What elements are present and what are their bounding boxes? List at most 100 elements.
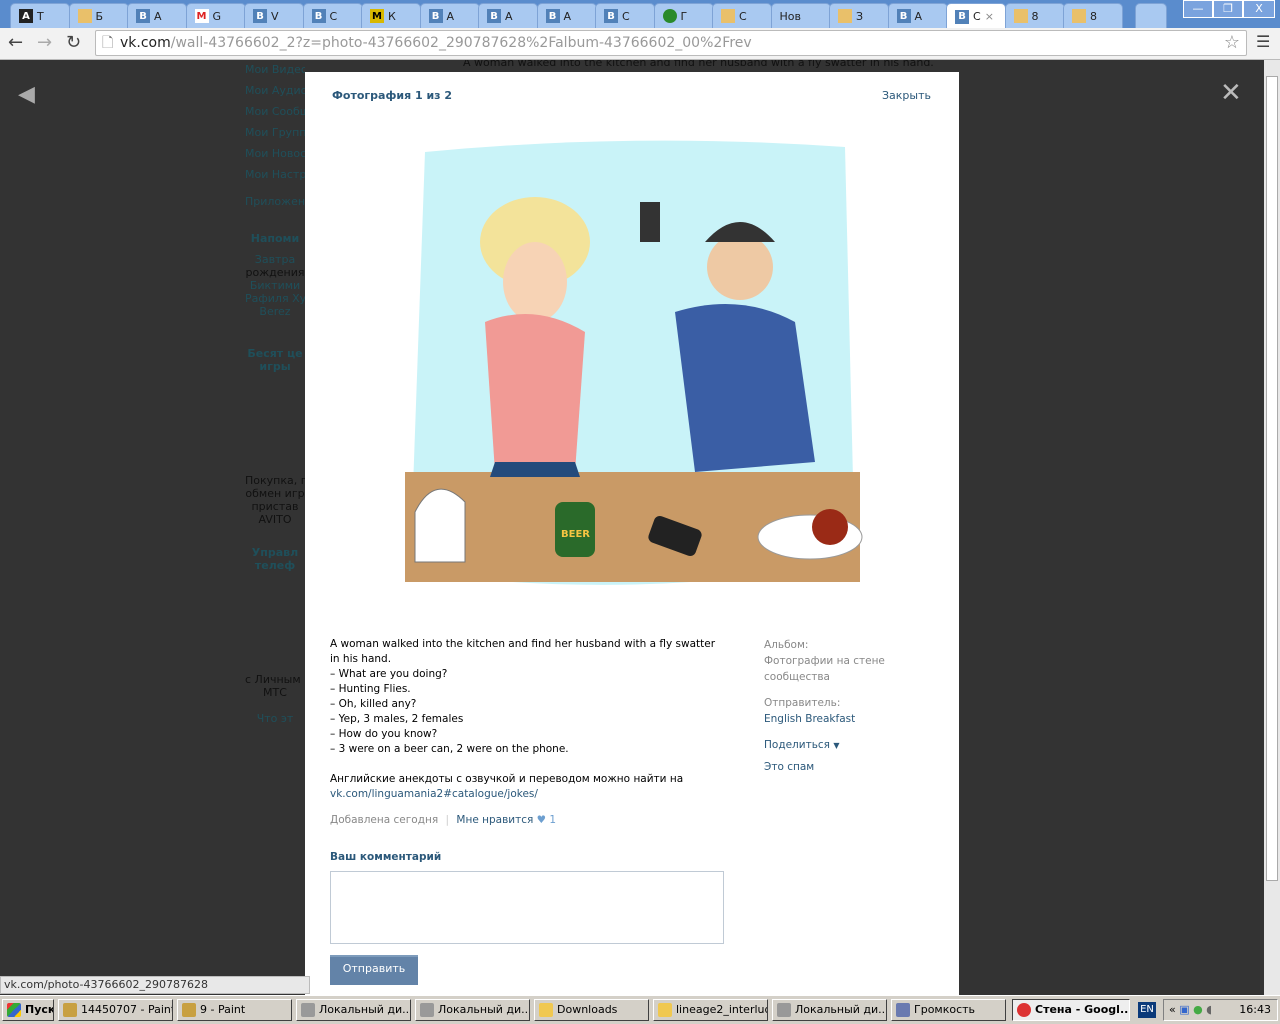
added-date: Добавлена сегодня — [330, 814, 439, 826]
close-viewer-icon[interactable]: ✕ — [1220, 78, 1242, 108]
comment-input[interactable] — [330, 871, 724, 944]
browser-tab[interactable]: MG — [185, 3, 246, 28]
taskbar-item[interactable]: Стена - Googl... — [1012, 999, 1130, 1021]
reload-icon[interactable]: ↻ — [66, 32, 81, 53]
language-indicator[interactable]: EN — [1138, 1002, 1156, 1018]
background-sidebar-text: Завтра — [254, 253, 296, 266]
taskbar-item-label: 9 - Paint — [200, 1003, 246, 1016]
caption-line: – Yep, 3 males, 2 females — [330, 713, 464, 725]
windows-logo-icon — [7, 1003, 21, 1017]
browser-tab[interactable]: BV — [244, 3, 304, 28]
tab-strip: A T Б B А M G B V B С M К B А B А B А B С Г С Нов З B А B С × 8 8 — [0, 0, 1280, 29]
bookmark-star-icon[interactable]: ☆ — [1224, 31, 1240, 55]
background-sidebar-text: AVITO — [258, 513, 292, 526]
caption-line: A woman walked into the kitchen and find… — [330, 638, 716, 665]
taskbar-item[interactable]: Локальный ди... — [415, 999, 530, 1021]
address-bar[interactable]: 🗋 vk.com/wall-43766602_2?z=photo-4376660… — [95, 30, 1247, 56]
browser-tab[interactable]: BА — [127, 3, 187, 28]
heart-icon: ♥ — [536, 814, 547, 826]
browser-tab[interactable]: Нов — [770, 3, 831, 28]
taskbar-item-label: 14450707 - Paint — [81, 1003, 173, 1016]
browser-tab[interactable]: MК — [361, 3, 421, 28]
taskbar-item[interactable]: Локальный ди... — [772, 999, 887, 1021]
background-sidebar-text: Мои Аудиоз — [245, 84, 305, 97]
forward-icon[interactable]: → — [37, 32, 52, 53]
browser-tab[interactable]: BА — [887, 3, 948, 28]
browser-tab[interactable]: BС — [302, 3, 363, 28]
taskbar-item-label: Локальный ди... — [795, 1003, 887, 1016]
taskbar-item[interactable]: lineage2_interlude — [653, 999, 768, 1021]
browser-tab[interactable]: Б — [68, 3, 129, 28]
background-sidebar-text: Мои Настро — [245, 168, 305, 181]
drive-icon — [420, 1003, 434, 1017]
image-favicon-icon — [1013, 9, 1028, 23]
caption-line: – How do you know? — [330, 728, 438, 740]
scrollbar-thumb[interactable] — [1266, 76, 1278, 881]
browser-tab[interactable]: BА — [536, 3, 597, 28]
folder-icon — [539, 1003, 553, 1017]
photo-image[interactable]: BEER — [395, 132, 870, 602]
hammer-favicon-icon — [77, 9, 92, 23]
background-sidebar-text: Рафиля Хуз — [245, 292, 305, 305]
vk-favicon-icon: B — [545, 9, 560, 23]
browser-tab[interactable]: С — [712, 3, 772, 28]
browser-tab[interactable]: 8 — [1063, 3, 1123, 28]
background-sidebar-text: телеф — [254, 559, 296, 572]
new-tab-button[interactable] — [1135, 3, 1167, 28]
volume-icon[interactable]: ◖ — [1206, 1003, 1212, 1016]
tab-label: С — [739, 9, 747, 23]
like-button[interactable]: Мне нравится ♥ 1 — [456, 814, 556, 826]
taskbar-item-label: Downloads — [557, 1003, 618, 1016]
network-icon[interactable]: ▣ — [1179, 1003, 1189, 1016]
browser-tab[interactable]: З — [829, 3, 889, 28]
A-favicon-icon: A — [19, 9, 33, 23]
taskbar-item[interactable]: Громкость — [891, 999, 1006, 1021]
paint-icon — [182, 1003, 196, 1017]
like-count: 1 — [549, 814, 557, 826]
tab-label: V — [271, 9, 279, 23]
prev-photo-icon[interactable]: ◀ — [18, 82, 35, 107]
share-label: Поделиться — [764, 739, 830, 751]
scrollbar[interactable] — [1264, 60, 1280, 995]
app-tray-icon[interactable]: ● — [1193, 1003, 1203, 1016]
taskbar-item[interactable]: Локальный ди... — [296, 999, 411, 1021]
taskbar-item-label: Стена - Googl... — [1035, 1003, 1130, 1016]
tab-label: З — [856, 9, 864, 23]
vk-favicon-icon: B — [428, 9, 443, 23]
sender-link[interactable]: English Breakfast — [764, 711, 914, 727]
vk-favicon-icon: B — [896, 9, 911, 23]
close-link[interactable]: Закрыть — [882, 89, 931, 102]
browser-tab[interactable]: AT — [10, 3, 70, 28]
album-name[interactable]: Фотографии на стене сообщества — [764, 653, 914, 685]
share-button[interactable]: Поделиться ▼ — [764, 737, 914, 754]
volume-icon — [896, 1003, 910, 1017]
promo-link[interactable]: vk.com/linguamania2#catalogue/jokes/ — [330, 787, 720, 802]
browser-tab[interactable]: BА — [419, 3, 480, 28]
submit-button[interactable]: Отправить — [330, 955, 418, 985]
browser-tab[interactable]: BС — [595, 3, 655, 28]
back-icon[interactable]: ← — [8, 32, 23, 53]
taskbar-item-label: Локальный ди... — [319, 1003, 411, 1016]
tray-expand-icon[interactable]: « — [1169, 1003, 1176, 1016]
taskbar-item[interactable]: 14450707 - Paint — [58, 999, 173, 1021]
taskbar-item[interactable]: 9 - Paint — [177, 999, 292, 1021]
taskbar-item[interactable]: Downloads — [534, 999, 649, 1021]
status-bar: vk.com/photo-43766602_290787628 — [0, 976, 310, 994]
browser-tab[interactable]: B С × — [946, 3, 1006, 29]
browser-tab[interactable]: BА — [478, 3, 538, 28]
taskbar-item-label: lineage2_interlude — [676, 1003, 767, 1016]
close-tab-icon[interactable]: × — [985, 10, 994, 23]
menu-icon[interactable]: ☰ — [1256, 32, 1270, 51]
taskbar: Пуск 14450707 - Paint 9 - Paint Локальный … — [0, 995, 1280, 1024]
maximize-button[interactable]: ❐ — [1213, 0, 1243, 18]
browser-tab[interactable]: Г — [653, 3, 714, 28]
folder-icon — [658, 1003, 672, 1017]
photo-caption: A woman walked into the kitchen and find… — [330, 637, 720, 828]
sender-label: Отправитель: — [764, 697, 841, 709]
background-sidebar-text: Приложения — [245, 195, 305, 208]
spam-link[interactable]: Это спам — [764, 759, 914, 775]
close-window-button[interactable]: X — [1243, 0, 1275, 18]
browser-tab[interactable]: 8 — [1004, 3, 1065, 28]
minimize-button[interactable]: — — [1183, 0, 1213, 18]
start-button[interactable]: Пуск — [2, 999, 54, 1021]
